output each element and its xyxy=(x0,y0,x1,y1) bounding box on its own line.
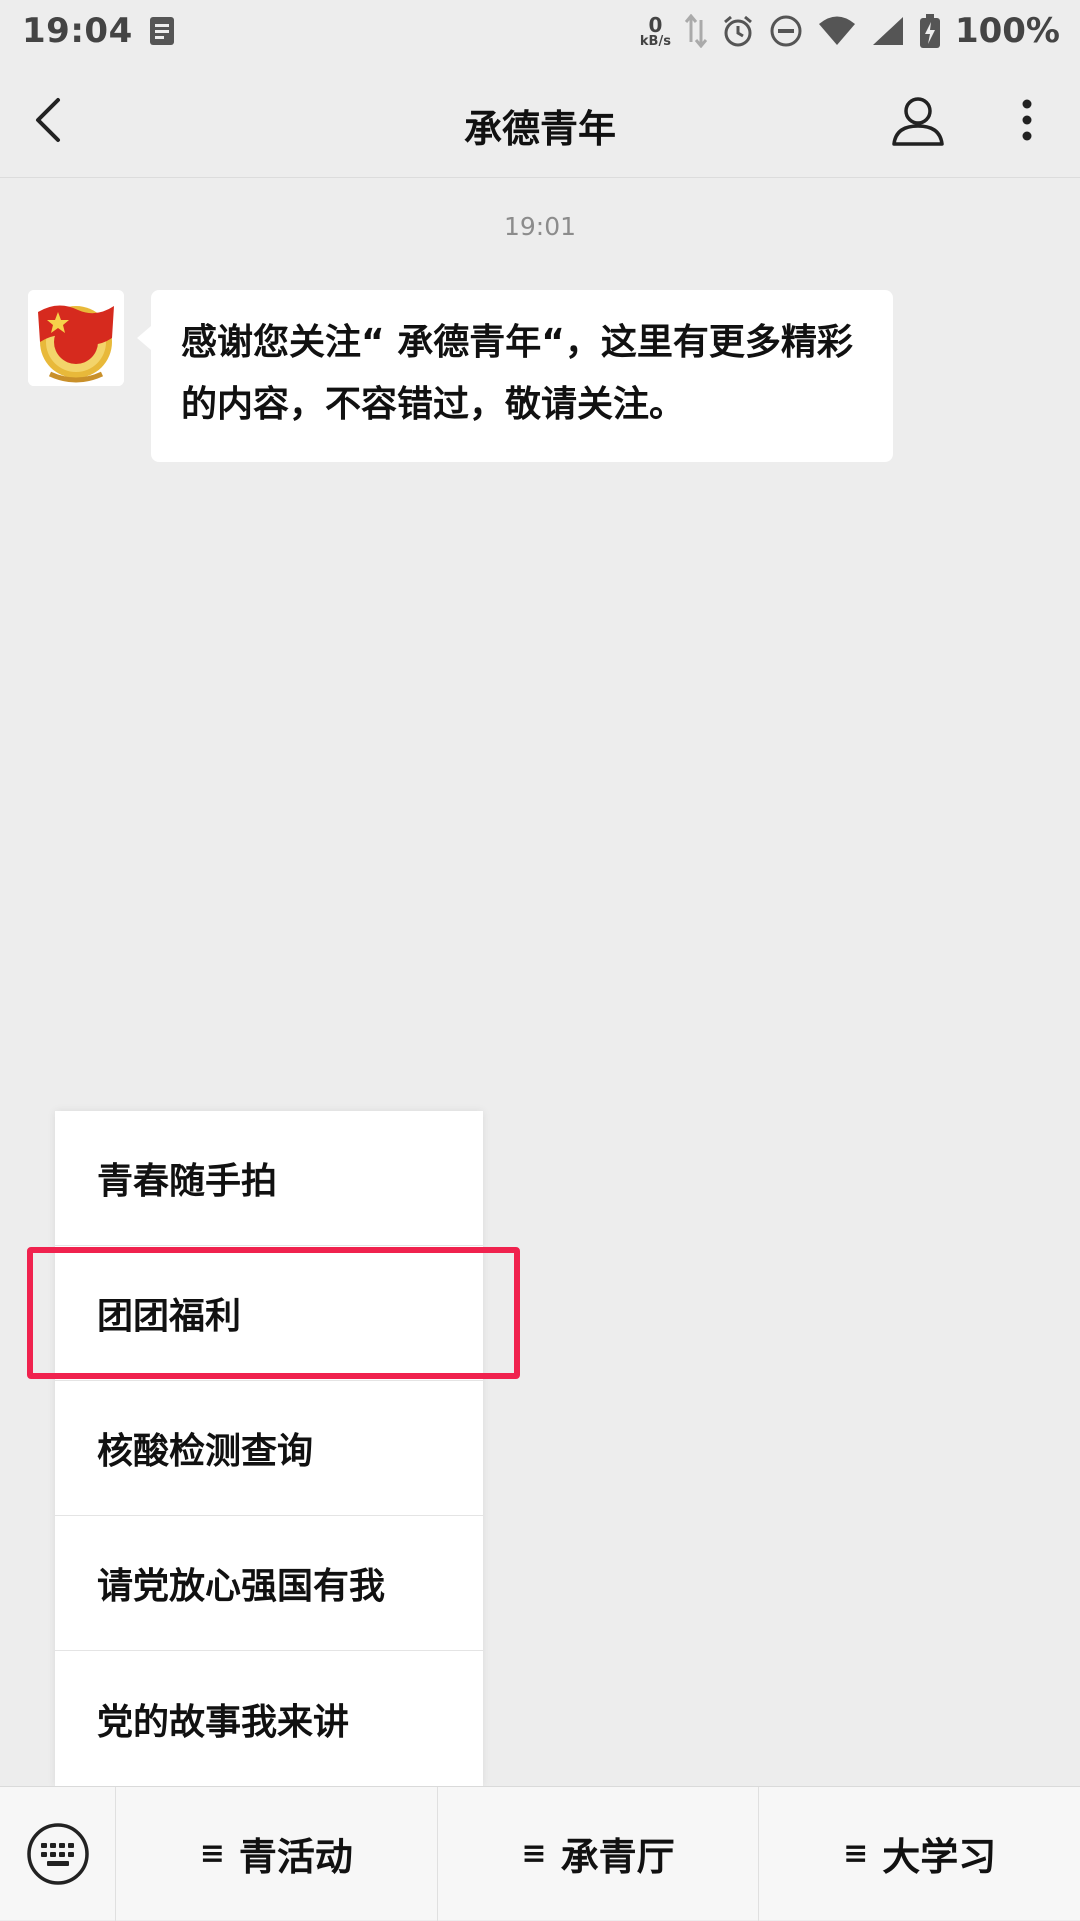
more-vertical-icon[interactable] xyxy=(1012,96,1042,144)
menu-tab-da-xuexi[interactable]: ≡ 大学习 xyxy=(758,1786,1080,1921)
message-text: 感谢您关注“ 承德青年“，这里有更多精彩的内容，不容错过，敬请关注。 xyxy=(181,322,853,425)
menu-item-label: 青春随手拍 xyxy=(97,1161,278,1202)
menu-tab-qing-huodong[interactable]: ≡ 青活动 xyxy=(116,1787,437,1921)
menu-item-dang-gushi[interactable]: 党的故事我来讲 xyxy=(55,1651,483,1786)
popup-submenu: 青春随手拍 团团福利 核酸检测查询 请党放心强国有我 党的故事我来讲 xyxy=(55,1111,483,1786)
do-not-disturb-icon xyxy=(770,15,802,47)
battery-charging-icon xyxy=(919,14,940,48)
battery-percent: 100% xyxy=(954,11,1060,51)
youth-league-emblem-icon xyxy=(28,290,124,386)
cell-signal-icon xyxy=(872,17,903,45)
menu-item-qingdang-fangxin[interactable]: 请党放心强国有我 xyxy=(55,1516,483,1651)
menu-tab-label: 大学习 xyxy=(882,1835,997,1879)
message-timestamp: 19:01 xyxy=(503,212,577,241)
menu-lines-icon: ≡ xyxy=(521,1836,547,1871)
menu-item-label: 核酸检测查询 xyxy=(97,1431,314,1472)
data-transfer-icon xyxy=(684,14,707,48)
alarm-icon xyxy=(723,15,752,47)
menu-tab-label: 青活动 xyxy=(238,1835,353,1879)
nav-bar: 承德青年 xyxy=(0,62,1080,178)
bottom-menu-bar: ≡ 青活动 ≡ 承青厅 ≡ 大学习 xyxy=(0,1786,1080,1921)
menu-item-label: 请党放心强国有我 xyxy=(97,1566,386,1607)
menu-lines-icon: ≡ xyxy=(199,1836,225,1871)
avatar[interactable] xyxy=(28,290,124,386)
menu-item-hesuan-jiance[interactable]: 核酸检测查询 xyxy=(55,1381,483,1516)
highlight-box xyxy=(27,1247,520,1379)
menu-lines-icon: ≡ xyxy=(843,1836,869,1871)
keyboard-toggle-button[interactable] xyxy=(0,1786,116,1921)
menu-item-label: 党的故事我来讲 xyxy=(97,1701,350,1743)
profile-icon[interactable] xyxy=(890,92,946,148)
keyboard-icon xyxy=(26,1822,89,1885)
status-right: 0 kB/s 100% xyxy=(640,11,1060,51)
menu-tab-cheng-qingting[interactable]: ≡ 承青厅 xyxy=(436,1786,759,1921)
wifi-icon xyxy=(818,16,855,45)
net-speed-value: 0 xyxy=(648,12,663,37)
net-speed: 0 kB/s xyxy=(640,15,671,48)
menu-tab-label: 承青厅 xyxy=(560,1835,675,1879)
status-bar: 19:04 0 kB/s 100% xyxy=(0,0,1080,62)
status-left: 19:04 xyxy=(22,11,175,51)
message-bubble[interactable]: 感谢您关注“ 承德青年“，这里有更多精彩的内容，不容错过，敬请关注。 xyxy=(137,290,893,462)
menu-item-qingchun-suishoupai[interactable]: 青春随手拍 xyxy=(55,1111,483,1246)
net-speed-unit: kB/s xyxy=(639,33,671,49)
notification-doc-icon xyxy=(149,17,174,45)
status-time: 19:04 xyxy=(22,11,133,51)
